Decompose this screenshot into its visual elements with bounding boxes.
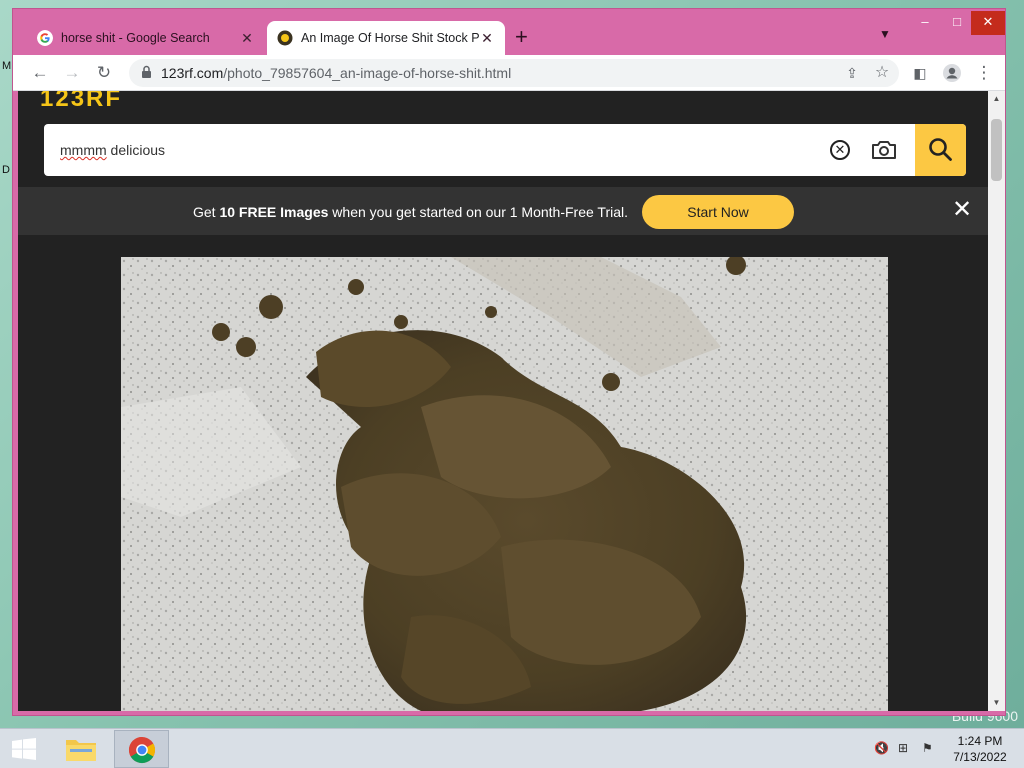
- close-tab-icon[interactable]: ✕: [479, 30, 495, 47]
- back-arrow-icon[interactable]: ←: [29, 62, 51, 84]
- tab-search-chevron-icon[interactable]: ▼: [879, 27, 891, 41]
- camera-icon[interactable]: [870, 138, 898, 162]
- site-logo[interactable]: 123RF: [40, 91, 122, 113]
- browser-window: horse shit - Google Search ✕ An Image Of…: [12, 8, 1006, 716]
- folder-icon: [66, 740, 96, 761]
- maximize-button[interactable]: □: [941, 11, 973, 35]
- page-content: 123RF mmmm delicious ✕ Get 10 FREE Image…: [18, 91, 988, 711]
- search-input[interactable]: mmmm delicious: [60, 142, 165, 158]
- scroll-down-arrow-icon[interactable]: ▼: [988, 695, 1005, 711]
- search-button[interactable]: [915, 124, 966, 176]
- lock-icon: [142, 65, 151, 78]
- promo-text-bold: 10 FREE Images: [219, 204, 329, 220]
- scrollbar-thumb[interactable]: [991, 119, 1002, 181]
- taskbar: 🔇 ⊞ ⚑ 1:24 PM 7/13/2022: [0, 728, 1024, 768]
- windows-start-icon[interactable]: [10, 737, 38, 761]
- start-now-button[interactable]: Start Now: [642, 195, 794, 229]
- file-explorer-taskbar-button[interactable]: [54, 730, 109, 768]
- action-center-flag-icon[interactable]: ⚑: [922, 741, 938, 757]
- forward-arrow-icon[interactable]: →: [61, 62, 83, 84]
- tab-123rf-image[interactable]: An Image Of Horse Shit Stock Ph ✕: [267, 21, 505, 55]
- bookmark-star-icon[interactable]: ☆: [871, 62, 893, 84]
- clear-search-icon[interactable]: ✕: [830, 140, 850, 160]
- tab-strip: horse shit - Google Search ✕ An Image Of…: [13, 9, 1005, 55]
- reload-icon[interactable]: ↻: [93, 62, 115, 84]
- page-scrollbar[interactable]: ▲ ▼: [988, 91, 1005, 711]
- url-text: 123rf.com/photo_79857604_an-image-of-hor…: [161, 65, 511, 81]
- tab-title: horse shit - Google Search: [61, 31, 210, 45]
- kebab-menu-icon[interactable]: ⋮: [973, 62, 995, 84]
- promo-banner: Get 10 FREE Images when you get started …: [18, 187, 988, 235]
- image-search-bar: mmmm delicious ✕: [44, 124, 966, 176]
- close-tab-icon[interactable]: ✕: [239, 30, 255, 47]
- stock-photo-svg: [121, 257, 888, 711]
- clock-date: 7/13/2022: [953, 750, 1007, 764]
- new-tab-plus-icon[interactable]: +: [515, 24, 528, 50]
- desktop-icon-label-fragment: M: [2, 60, 12, 72]
- tab-google-search[interactable]: horse shit - Google Search ✕: [27, 21, 265, 55]
- volume-muted-icon[interactable]: 🔇: [874, 741, 890, 757]
- promo-text-before: Get: [193, 204, 220, 220]
- misspelled-word: mmmm: [60, 142, 107, 158]
- close-window-button[interactable]: ✕: [971, 11, 1005, 35]
- side-panel-icon[interactable]: ◧: [909, 62, 931, 84]
- system-clock[interactable]: 1:24 PM 7/13/2022: [944, 733, 1016, 765]
- stock-photo-image: [121, 257, 888, 711]
- address-bar[interactable]: 123rf.com/photo_79857604_an-image-of-hor…: [129, 59, 899, 87]
- search-icon: [929, 138, 952, 161]
- chrome-taskbar-button[interactable]: [114, 730, 169, 768]
- share-icon[interactable]: ⇪: [841, 62, 863, 84]
- url-path: /photo_79857604_an-image-of-horse-shit.h…: [223, 65, 512, 81]
- clock-time: 1:24 PM: [957, 734, 1003, 748]
- minimize-button[interactable]: –: [909, 11, 941, 35]
- network-icon[interactable]: ⊞: [898, 741, 914, 757]
- tab-title: An Image Of Horse Shit Stock Ph: [301, 31, 479, 45]
- profile-avatar-icon[interactable]: [941, 62, 963, 84]
- url-host: 123rf.com: [161, 65, 224, 81]
- search-input-rest: delicious: [106, 142, 166, 158]
- promo-text-after: when you get started on our 1 Month-Free…: [328, 204, 629, 220]
- promo-text: Get 10 FREE Images when you get started …: [193, 204, 628, 220]
- scroll-up-arrow-icon[interactable]: ▲: [988, 91, 1005, 107]
- google-g-icon: [37, 30, 53, 46]
- 123rf-favicon-icon: [277, 30, 293, 46]
- desktop-icon-label-fragment: D: [2, 164, 10, 176]
- browser-toolbar: ← → ↻ 123rf.com/photo_79857604_an-image-…: [13, 55, 1005, 91]
- close-promo-icon[interactable]: ✕: [952, 197, 972, 223]
- chrome-icon: [128, 736, 156, 764]
